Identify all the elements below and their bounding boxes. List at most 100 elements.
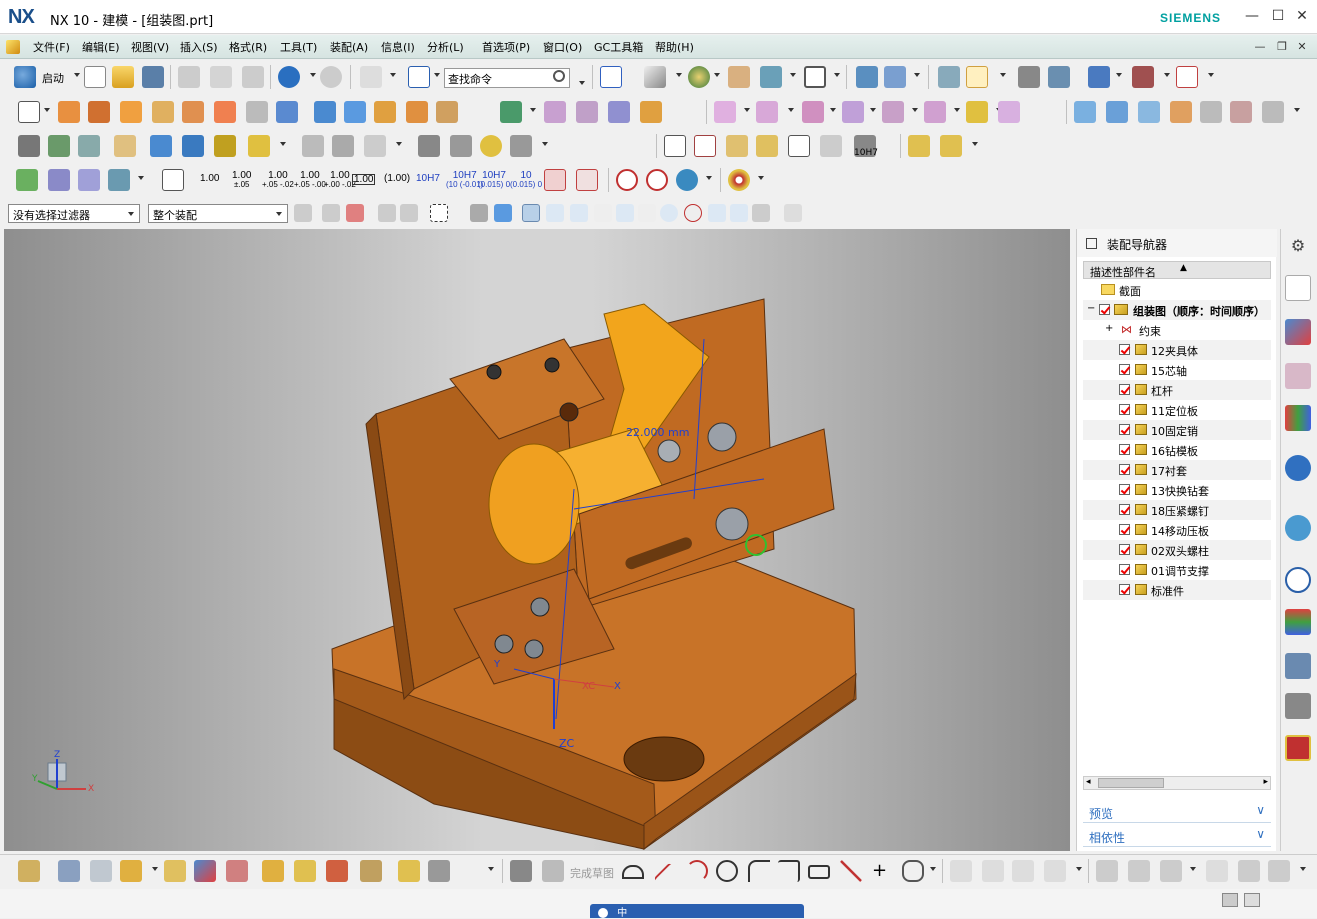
layer-settings-icon[interactable]	[938, 66, 960, 88]
fit-view-icon[interactable]	[600, 66, 622, 88]
dim-style-10[interactable]: 10H7 (0.015) 0	[478, 171, 510, 190]
undo-icon[interactable]	[278, 66, 300, 88]
analyze-icon[interactable]	[1170, 101, 1192, 123]
constraint-navigator-tab-icon[interactable]	[1285, 319, 1311, 345]
tree-node-root[interactable]: − 组装图（顺序：时间顺序）	[1083, 300, 1271, 320]
select-sheet-icon[interactable]	[494, 204, 512, 222]
roughness-2-icon[interactable]	[576, 169, 598, 191]
hole-icon[interactable]	[120, 101, 142, 123]
dim-style-7[interactable]: (1.00)	[384, 174, 410, 184]
move-component-icon[interactable]	[856, 66, 878, 88]
start-label[interactable]: 启动	[42, 70, 64, 86]
fillet-icon[interactable]	[748, 860, 770, 882]
box-select-icon[interactable]	[430, 204, 448, 222]
info-icon[interactable]	[408, 66, 430, 88]
tree-node-part[interactable]: 14移动压板	[1083, 520, 1271, 540]
brush-icon[interactable]	[820, 135, 842, 157]
quick-trim-icon[interactable]	[950, 860, 972, 882]
mesh-surface-icon[interactable]	[1106, 101, 1128, 123]
animate-dimension-icon[interactable]	[1238, 860, 1260, 882]
offset-curve-icon[interactable]	[902, 860, 924, 882]
ime-toolbar[interactable]: 中	[590, 904, 804, 919]
snap-arc-center-icon[interactable]	[638, 204, 656, 222]
assembly-navigator-tab-icon[interactable]	[1285, 275, 1311, 301]
reference-set-icon[interactable]	[78, 135, 100, 157]
circle-icon[interactable]	[716, 860, 738, 882]
snap-quadrant-icon[interactable]	[684, 204, 702, 222]
menu-analysis[interactable]: 分析(L)	[427, 39, 464, 55]
snap-on-face-icon[interactable]	[752, 204, 770, 222]
draft-icon[interactable]	[802, 101, 824, 123]
search-icon[interactable]	[553, 70, 565, 82]
mate-icon[interactable]	[150, 135, 172, 157]
point-icon[interactable]: +	[872, 860, 887, 881]
roles-tab-icon[interactable]	[1285, 735, 1311, 761]
layer-icon[interactable]	[728, 66, 750, 88]
trim-body-icon[interactable]	[576, 101, 598, 123]
pad-icon[interactable]	[214, 101, 236, 123]
background-icon[interactable]	[688, 66, 710, 88]
move-bottom-icon[interactable]	[262, 860, 284, 882]
select-curve-icon[interactable]	[400, 204, 418, 222]
surface-icon[interactable]	[1074, 101, 1096, 123]
snap-intersection-icon[interactable]	[616, 204, 634, 222]
view-orient-icon[interactable]	[760, 66, 782, 88]
start-icon[interactable]	[14, 66, 36, 88]
revolve-icon[interactable]	[88, 101, 110, 123]
snap-point-icon[interactable]	[522, 204, 540, 222]
menu-file[interactable]: 文件(F)	[33, 39, 70, 55]
cylinder-icon[interactable]	[314, 101, 336, 123]
new-parent-icon[interactable]	[90, 860, 112, 882]
diameter-icon[interactable]	[616, 169, 638, 191]
block-icon[interactable]	[276, 101, 298, 123]
manufacturing-wizard-tab-icon[interactable]	[1285, 693, 1311, 719]
menu-edit[interactable]: 编辑(E)	[82, 39, 120, 55]
geometric-constraints-icon[interactable]	[1044, 860, 1066, 882]
patch-icon[interactable]	[966, 101, 988, 123]
paste-icon[interactable]	[242, 66, 264, 88]
snap-circle-icon[interactable]	[660, 204, 678, 222]
preview-section[interactable]: 预览 ∨	[1083, 803, 1271, 823]
scroll-right-icon[interactable]: ▸	[1263, 777, 1268, 787]
dim-style-11[interactable]: 10 (0.015) 0	[510, 171, 542, 190]
maximize-button[interactable]: ☐	[1268, 6, 1288, 26]
reuse-library-tab-icon[interactable]	[1285, 405, 1311, 431]
system-materials-tab-icon[interactable]	[1285, 609, 1311, 635]
chevron-down-icon[interactable]: ∨	[1256, 803, 1265, 817]
tree-node-constraints[interactable]: + ⋈ 约束	[1083, 320, 1271, 340]
menu-app-icon[interactable]	[6, 40, 20, 54]
add-component-bottom-icon[interactable]	[18, 860, 40, 882]
arc-icon[interactable]	[686, 860, 708, 882]
menu-gc-toolbox[interactable]: GC工具箱	[594, 39, 643, 55]
subtract-icon[interactable]	[500, 101, 522, 123]
menu-info[interactable]: 信息(I)	[381, 39, 415, 55]
curve-icon[interactable]	[302, 135, 324, 157]
visibility-checkbox[interactable]	[1119, 564, 1130, 575]
visibility-checkbox[interactable]	[1119, 504, 1130, 515]
tree-node-part[interactable]: 18压紧螺钉	[1083, 500, 1271, 520]
swept-icon[interactable]	[1138, 101, 1160, 123]
dim-style-2[interactable]: 1.00 ±.05	[232, 171, 251, 190]
edit-section-icon[interactable]	[804, 66, 826, 88]
polygon-icon[interactable]	[840, 860, 862, 882]
tree-node-part[interactable]: 杠杆	[1083, 380, 1271, 400]
cone-icon[interactable]	[344, 101, 366, 123]
redo-icon[interactable]	[320, 66, 342, 88]
sew-icon[interactable]	[924, 101, 946, 123]
status-grid-icon[interactable]	[1222, 893, 1238, 907]
chevron-down-icon[interactable]: ∨	[1256, 827, 1265, 841]
close-button[interactable]: ✕	[1292, 6, 1312, 26]
menu-format[interactable]: 格式(R)	[229, 39, 267, 55]
dim-style-4[interactable]: 1.00 +.05 -.00	[294, 171, 326, 190]
chamfer-sketch-icon[interactable]	[778, 860, 800, 882]
bolt-circle-icon[interactable]	[728, 169, 750, 191]
fix-icon[interactable]	[214, 135, 236, 157]
mirror-icon[interactable]	[842, 101, 864, 123]
layers-icon[interactable]	[48, 135, 70, 157]
menu-assembly[interactable]: 装配(A)	[330, 39, 368, 55]
snap-icon[interactable]	[1018, 66, 1040, 88]
snap-midpoint-icon[interactable]	[570, 204, 588, 222]
visibility-checkbox[interactable]	[1119, 344, 1130, 355]
scroll-left-icon[interactable]: ◂	[1086, 777, 1091, 787]
balloon-icon[interactable]	[726, 135, 748, 157]
